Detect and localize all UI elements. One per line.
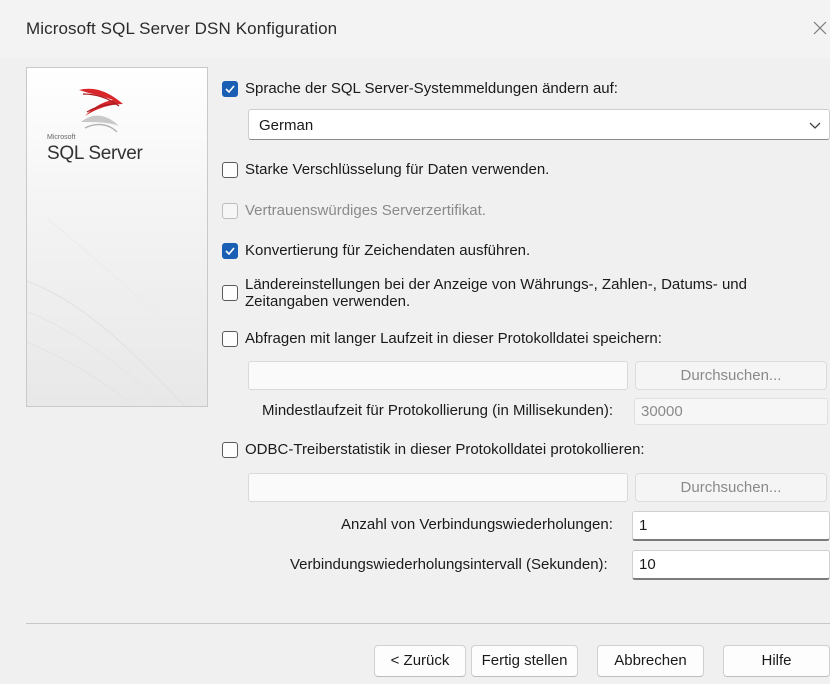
finish-button[interactable]: Fertig stellen xyxy=(471,645,578,677)
min-runtime-input: 30000 xyxy=(634,398,828,425)
dsn-config-dialog: Microsoft SQL Server DSN Konfiguration M… xyxy=(0,0,830,684)
odbc-stats-option[interactable]: ODBC-Treiberstatistik in dieser Protokol… xyxy=(222,441,645,458)
trust-server-cert-option: Vertrauenswürdiges Serverzertifikat. xyxy=(222,202,486,219)
change-language-checkbox[interactable] xyxy=(222,80,238,97)
strong-encryption-label: Starke Verschlüsselung für Daten verwend… xyxy=(245,161,550,178)
regional-settings-label-line2: Zeitangaben verwenden. xyxy=(245,293,411,310)
trust-server-cert-label: Vertrauenswürdiges Serverzertifikat. xyxy=(245,202,486,219)
language-select-value: German xyxy=(259,117,314,134)
char-conversion-checkbox[interactable] xyxy=(222,242,238,259)
back-button[interactable]: < Zurück xyxy=(374,645,466,677)
logo-microsoft-text: Microsoft xyxy=(47,134,76,141)
sql-server-banner: Microsoft SQL Server xyxy=(26,67,208,407)
checkmark-icon xyxy=(225,246,235,255)
footer-divider xyxy=(26,623,830,624)
retry-count-label: Anzahl von Verbindungswiederholungen: xyxy=(341,516,613,533)
checkmark-icon xyxy=(225,84,235,93)
regional-settings-checkbox[interactable] xyxy=(222,285,238,301)
chevron-down-icon xyxy=(809,122,821,129)
regional-settings-label-line1: Ländereinstellungen bei der Anzeige von … xyxy=(245,276,747,293)
change-language-label: Sprache der SQL Server-Systemmeldungen ä… xyxy=(245,80,618,97)
long-queries-checkbox[interactable] xyxy=(222,330,238,347)
odbc-stats-browse-label: Durchsuchen... xyxy=(680,479,782,496)
window-title: Microsoft SQL Server DSN Konfiguration xyxy=(26,19,338,38)
help-button-label: Hilfe xyxy=(761,652,792,669)
long-queries-logfile-input xyxy=(248,361,628,390)
retry-interval-input[interactable]: 10 xyxy=(632,550,830,580)
regional-settings-label: Ländereinstellungen bei der Anzeige von … xyxy=(245,276,747,310)
language-select[interactable]: German xyxy=(248,109,830,140)
retry-interval-label: Verbindungswiederholungsintervall (Sekun… xyxy=(290,556,608,573)
min-runtime-label: Mindestlaufzeit für Protokollierung (in … xyxy=(262,402,613,419)
cancel-button-label: Abbrechen xyxy=(614,652,687,669)
logo-sql-server-text: SQL Server xyxy=(47,143,143,164)
strong-encryption-checkbox[interactable] xyxy=(222,161,238,178)
odbc-stats-checkbox[interactable] xyxy=(222,441,238,458)
sql-server-logo-icon xyxy=(79,88,123,133)
back-button-label: < Zurück xyxy=(390,652,450,669)
banner-decoration xyxy=(27,218,207,406)
help-button[interactable]: Hilfe xyxy=(723,645,830,677)
close-icon[interactable] xyxy=(810,16,830,38)
odbc-stats-browse-button: Durchsuchen... xyxy=(635,473,827,502)
long-queries-browse-label: Durchsuchen... xyxy=(680,367,782,384)
char-conversion-label: Konvertierung für Zeichendaten ausführen… xyxy=(245,242,531,259)
odbc-stats-logfile-input xyxy=(248,473,628,502)
finish-button-label: Fertig stellen xyxy=(481,652,568,669)
trust-server-cert-checkbox xyxy=(222,202,238,219)
long-queries-option[interactable]: Abfragen mit langer Laufzeit in dieser P… xyxy=(222,330,662,347)
odbc-stats-label: ODBC-Treiberstatistik in dieser Protokol… xyxy=(245,441,645,458)
strong-encryption-option[interactable]: Starke Verschlüsselung für Daten verwend… xyxy=(222,161,549,178)
long-queries-label: Abfragen mit langer Laufzeit in dieser P… xyxy=(245,330,662,347)
title-bar: Microsoft SQL Server DSN Konfiguration xyxy=(0,0,830,58)
retry-count-input[interactable]: 1 xyxy=(632,511,830,541)
cancel-button[interactable]: Abbrechen xyxy=(597,645,704,677)
long-queries-browse-button: Durchsuchen... xyxy=(635,361,827,390)
change-language-option[interactable]: Sprache der SQL Server-Systemmeldungen ä… xyxy=(222,80,618,97)
char-conversion-option[interactable]: Konvertierung für Zeichendaten ausführen… xyxy=(222,242,530,259)
